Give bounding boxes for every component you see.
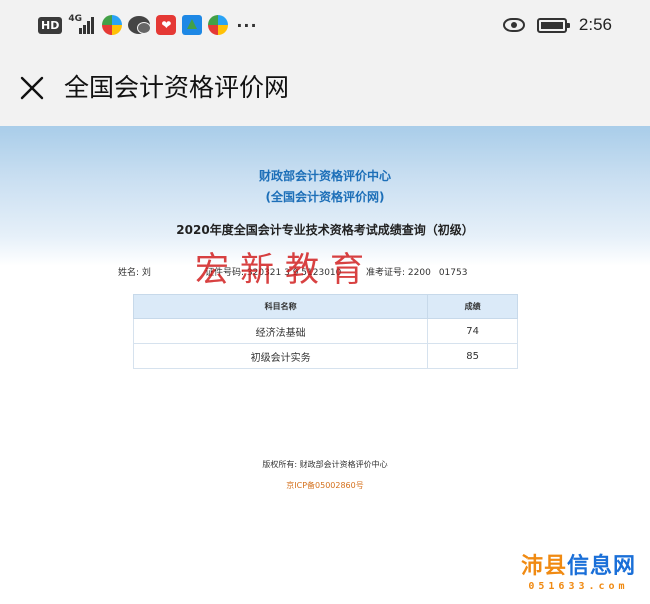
status-left: HD 4G ❤ ··· — [38, 13, 258, 37]
brand-part1: 沛县 — [520, 554, 567, 579]
icp-license-link[interactable]: 京ICP备05002860号 — [0, 480, 650, 491]
more-notifications-icon: ··· — [236, 15, 258, 35]
pinduoduo-icon: ❤ — [156, 15, 177, 35]
copyright-text: 版权所有: 财政部会计资格评价中心 — [262, 460, 388, 469]
wechat-icon — [128, 16, 152, 34]
status-right: 2:56 — [502, 12, 612, 38]
column-header-subject: 科目名称 — [132, 294, 429, 319]
brand-part2: 信息网 — [566, 554, 636, 579]
exam-title: 2020年度全国会计专业技术资格考试成绩查询（初级） — [176, 223, 474, 237]
subject-cell: 初级会计实务 — [132, 343, 429, 369]
candidate-ticket: 准考证号: 2200 01753 — [366, 265, 467, 278]
table-header-row: 科目名称 成绩 — [132, 294, 518, 319]
app-title-bar: 全国会计资格评价网 — [0, 50, 650, 126]
ticket-end: 01753 — [438, 268, 468, 278]
game-icon — [182, 15, 203, 35]
close-button[interactable] — [16, 72, 48, 104]
column-header-score: 成绩 — [427, 294, 518, 319]
web-content: 财政部会计资格评价中心 (全国会计资格评价网) 2020年度全国会计专业技术资格… — [0, 126, 650, 604]
signal-strength-icon: 4G — [68, 14, 96, 35]
ticket-label: 准考证号: 2200 — [366, 268, 431, 278]
candidate-name: 姓名: 刘 — [118, 268, 151, 278]
subject-cell: 经济法基础 — [132, 318, 429, 344]
site-watermark-domain: 051633.com — [528, 581, 629, 592]
eye-comfort-icon — [502, 18, 525, 32]
score-table: 科目名称 成绩 经济法基础 74 初级会计实务 85 — [132, 294, 518, 369]
org-name: 财政部会计资格评价中心 — [258, 169, 391, 183]
site-watermark-logo: 沛县信息网 051633.com — [521, 548, 636, 592]
browser-icon — [208, 15, 229, 35]
score-cell: 85 — [427, 343, 518, 369]
battery-icon — [536, 17, 570, 33]
org-site-name: (全国会计资格评价网) — [265, 190, 385, 204]
browser-icon — [102, 15, 123, 35]
window-title: 全国会计资格评价网 — [64, 73, 290, 102]
clock: 2:56 — [578, 15, 612, 34]
site-watermark-brand: 沛县信息网 — [521, 548, 636, 580]
watermark-stamp: 宏新教育 — [195, 250, 375, 290]
table-row: 经济法基础 74 — [132, 318, 518, 344]
hd-voice-icon: HD — [38, 16, 63, 34]
status-bar: HD 4G ❤ ··· 2:56 — [0, 0, 650, 50]
phone-screen: HD 4G ❤ ··· 2:56 全国会计资格评价网 财政部会计资格评价中心 (… — [0, 0, 650, 604]
table-row: 初级会计实务 85 — [132, 343, 518, 369]
close-icon — [20, 76, 44, 100]
network-type-label: 4G — [68, 14, 82, 24]
score-cell: 74 — [427, 318, 518, 344]
